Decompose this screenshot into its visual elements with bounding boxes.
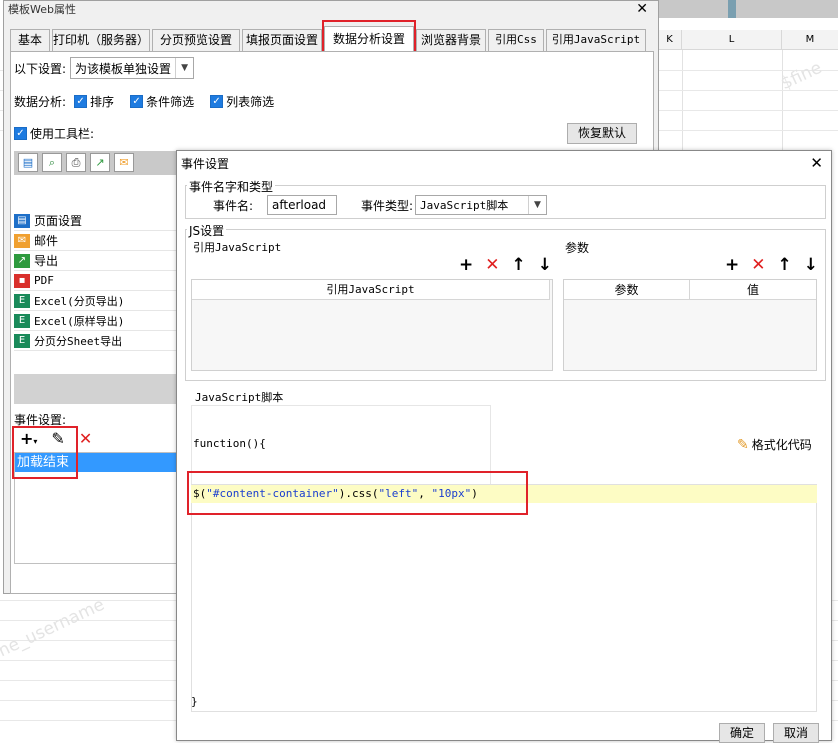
event-type-label: 事件类型: [361, 199, 414, 213]
restore-default-button[interactable]: 恢复默认 [567, 123, 637, 144]
params-toolbar: + ✕ ↑ ↓ [725, 255, 818, 275]
cancel-button[interactable]: 取消 [773, 723, 819, 743]
column-header[interactable]: M [782, 30, 838, 50]
close-icon[interactable]: ✕ [810, 154, 823, 172]
settings-row: 以下设置: 为该模板单独设置 ▼ [14, 57, 195, 79]
analysis-label: 数据分析: [14, 95, 67, 109]
sheet-accent [728, 0, 736, 18]
check-icon: ✓ [74, 95, 88, 108]
tab-css[interactable]: 引用Css [488, 29, 544, 51]
tab-printer[interactable]: 打印机（服务器） [52, 29, 150, 51]
arrow-down-icon[interactable]: ↓ [538, 255, 552, 275]
ref-js-label: 引用JavaScript [193, 241, 282, 254]
use-toolbar-checkbox[interactable]: ✓ [14, 127, 27, 140]
list-item-label: PDF [34, 274, 54, 287]
settings-label: 以下设置: [14, 61, 67, 76]
param-value-column-header[interactable]: 值 [690, 280, 816, 300]
column-header-row: K L M [658, 30, 838, 50]
arrow-up-icon[interactable]: ↑ [512, 255, 526, 275]
preview-icon[interactable]: ⌕ [42, 153, 62, 172]
watermark-text: ne_username [0, 594, 108, 662]
group-legend: 事件名字和类型 [187, 178, 276, 195]
chevron-down-icon: ▼ [175, 58, 193, 78]
list-item-label: 邮件 [34, 234, 59, 248]
event-name-input[interactable]: afterload [267, 195, 337, 215]
broom-icon: ✎ [737, 436, 749, 453]
param-name-column-header[interactable]: 参数 [564, 280, 690, 300]
mail-icon[interactable]: ✉ [114, 153, 134, 172]
export-icon: ↗ [14, 253, 30, 268]
add-icon[interactable]: + [459, 255, 473, 275]
tab-fill-page[interactable]: 填报页面设置 [242, 29, 322, 51]
settings-select-value: 为该模板单独设置 [75, 61, 172, 76]
excel-icon: E [14, 333, 30, 348]
dialog-title: 事件设置 [181, 157, 230, 171]
check-icon: ✓ [130, 95, 144, 108]
delete-icon[interactable]: ✕ [485, 255, 499, 275]
group-legend: JS设置 [187, 222, 227, 239]
event-name-label: 事件名: [213, 199, 254, 213]
code-function-close: } [191, 695, 198, 708]
list-item-label: Excel(原样导出) [34, 314, 125, 328]
highlight-box [187, 471, 528, 515]
column-header[interactable]: K [658, 30, 682, 50]
page-setup-icon[interactable]: ▤ [18, 153, 38, 172]
tab-basic[interactable]: 基本 [10, 29, 50, 51]
ref-js-table: 引用JavaScript [191, 279, 553, 371]
sheet-top-bar [658, 0, 838, 18]
column-header[interactable]: L [682, 30, 782, 50]
watermark-text: $fine [777, 57, 825, 95]
add-icon[interactable]: + [725, 255, 739, 275]
list-item-label: Excel(分页导出) [34, 294, 125, 308]
tab-javascript[interactable]: 引用JavaScript [546, 29, 646, 51]
list-item-label: 页面设置 [34, 214, 83, 228]
format-code-label: 格式化代码 [751, 438, 812, 452]
settings-select[interactable]: 为该模板单独设置 ▼ [70, 57, 195, 79]
pdf-icon: ▪ [14, 273, 30, 288]
event-type-value: JavaScript脚本 [420, 199, 509, 212]
highlight-box [12, 426, 78, 479]
sort-checkbox[interactable]: ✓ 排序 [74, 93, 114, 110]
event-type-select[interactable]: JavaScript脚本 ▼ [415, 195, 547, 215]
page-setup-icon: ▤ [14, 213, 30, 228]
condition-filter-label: 条件筛选 [146, 95, 195, 109]
excel-icon: E [14, 313, 30, 328]
use-toolbar-row: ✓ 使用工具栏: [14, 125, 94, 142]
ok-button[interactable]: 确定 [719, 723, 765, 743]
params-table: 参数 值 [563, 279, 817, 371]
list-filter-label: 列表筛选 [226, 95, 275, 109]
tab-page-preview[interactable]: 分页预览设置 [152, 29, 240, 51]
list-item-label: 导出 [34, 254, 59, 268]
arrow-up-icon[interactable]: ↑ [778, 255, 792, 275]
ref-js-toolbar: + ✕ ↑ ↓ [459, 255, 552, 275]
list-item-label: 分页分Sheet导出 [34, 334, 123, 348]
close-icon[interactable]: ✕ [636, 1, 648, 18]
print-icon[interactable]: ⎙ [66, 153, 86, 172]
code-function-open: function(){ [193, 437, 266, 450]
arrow-down-icon[interactable]: ↓ [804, 255, 818, 275]
list-filter-checkbox[interactable]: ✓ 列表筛选 [210, 93, 274, 110]
condition-filter-checkbox[interactable]: ✓ 条件筛选 [130, 93, 194, 110]
mail-icon: ✉ [14, 233, 30, 248]
window-title: 模板Web属性 [8, 3, 76, 16]
tab-browser-bg[interactable]: 浏览器背景 [416, 29, 486, 51]
code-editor[interactable] [191, 484, 817, 712]
export-icon[interactable]: ↗ [90, 153, 110, 172]
delete-icon[interactable]: ✕ [751, 255, 765, 275]
event-settings-dialog: 事件设置 ✕ 事件名字和类型 事件名: afterload 事件类型: Java… [176, 150, 832, 743]
ref-js-column-header[interactable]: 引用JavaScript [192, 280, 550, 300]
chevron-down-icon: ▼ [528, 196, 546, 214]
sort-label: 排序 [90, 95, 115, 109]
use-toolbar-label: 使用工具栏: [30, 127, 95, 141]
analysis-row: 数据分析: ✓ 排序 ✓ 条件筛选 ✓ 列表筛选 [14, 93, 274, 110]
params-label: 参数 [565, 241, 590, 255]
format-code-button[interactable]: ✎ 格式化代码 [737, 436, 812, 453]
script-label: JavaScript脚本 [195, 391, 284, 404]
excel-icon: E [14, 293, 30, 308]
delete-icon[interactable]: ✕ [79, 429, 92, 448]
check-icon: ✓ [210, 95, 224, 108]
